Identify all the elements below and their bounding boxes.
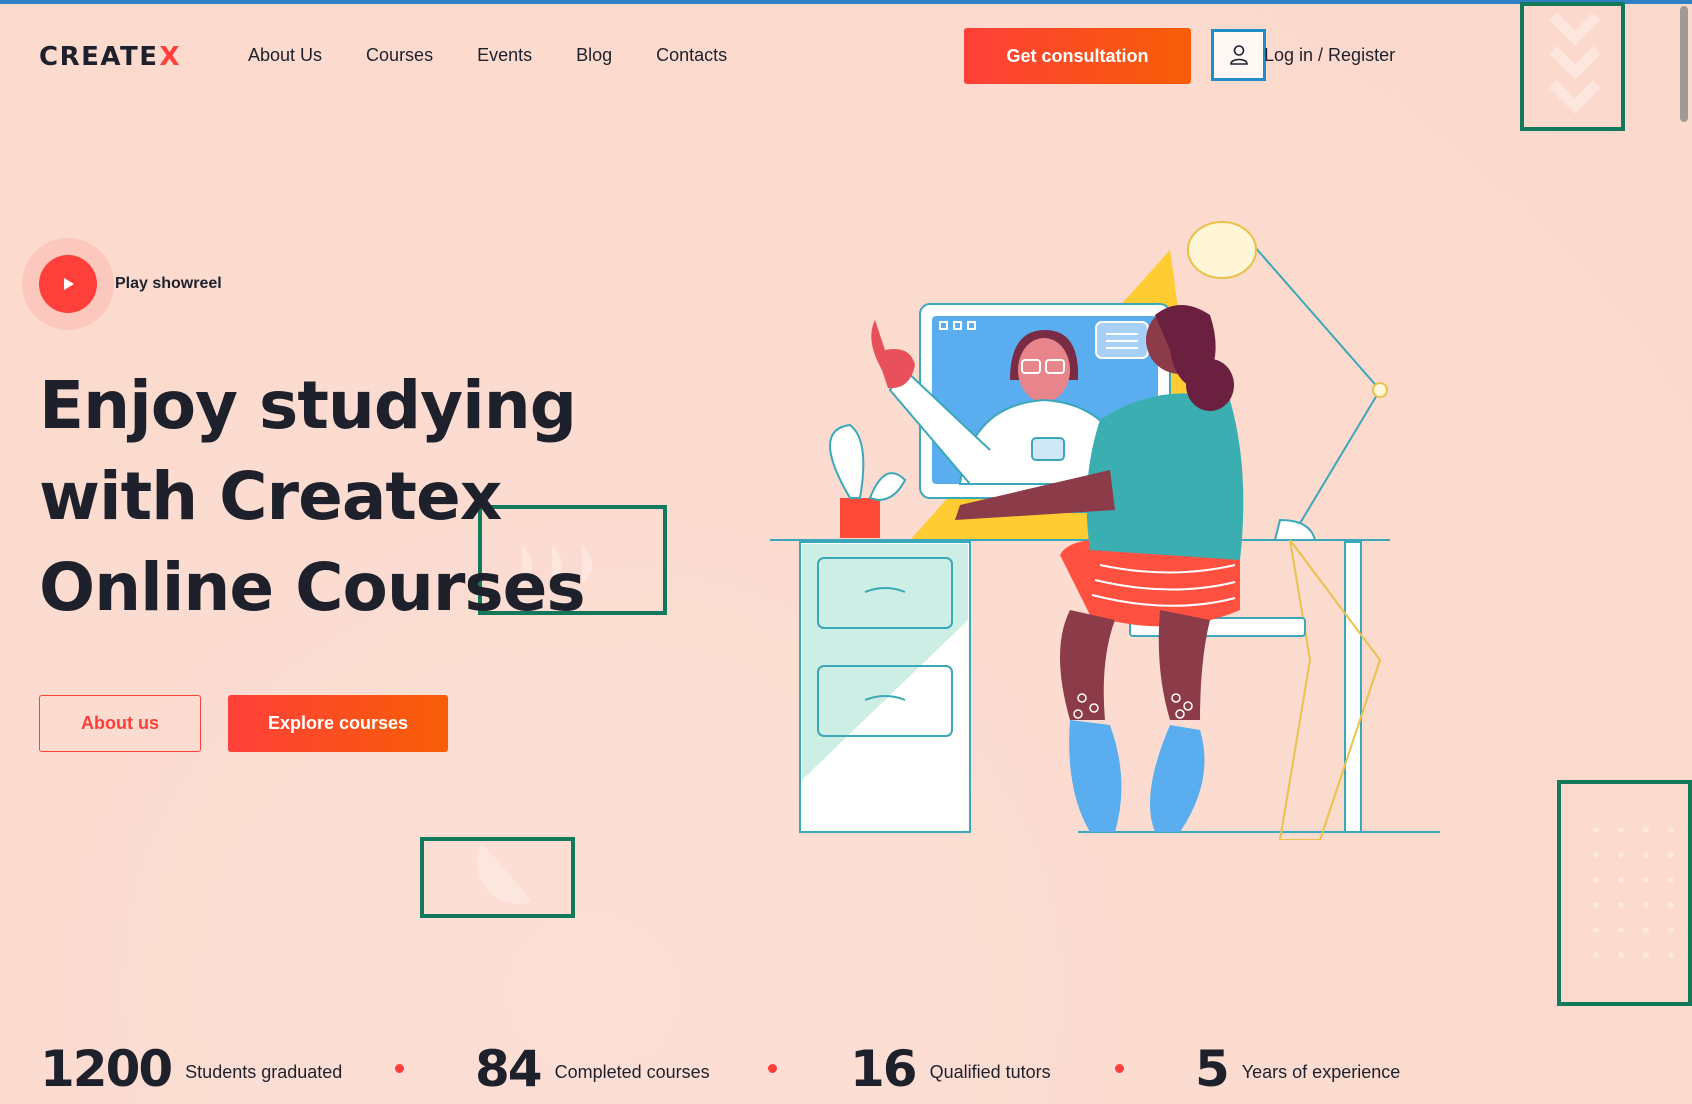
hero-title: Enjoy studying with Createx Online Cours… bbox=[39, 360, 639, 633]
stat-tutors: 16 Qualified tutors bbox=[850, 1040, 1051, 1098]
video-camera-icon bbox=[1031, 437, 1065, 461]
login-register-link[interactable]: Log in / Register bbox=[1264, 45, 1395, 66]
plant-leaf-2-icon bbox=[868, 472, 907, 502]
plant-pot bbox=[840, 498, 880, 538]
stats-bar: 1200 Students graduated 84 Completed cou… bbox=[40, 1040, 1440, 1100]
get-consultation-button[interactable]: Get consultation bbox=[964, 28, 1191, 84]
half-circle-decoration-icon bbox=[476, 842, 532, 904]
user-icon bbox=[1229, 45, 1248, 65]
hero-title-line-1: Enjoy studying bbox=[39, 367, 577, 444]
nav-events[interactable]: Events bbox=[477, 45, 532, 66]
tutor-face bbox=[1018, 338, 1070, 402]
stat-courses: 84 Completed courses bbox=[475, 1040, 710, 1098]
play-showreel-button[interactable] bbox=[22, 238, 114, 330]
desk-leg bbox=[1344, 541, 1362, 833]
lamp-head-icon bbox=[1187, 221, 1257, 279]
dots-grid-decoration-icon bbox=[1593, 827, 1674, 958]
stat-label: Years of experience bbox=[1241, 1062, 1401, 1082]
lamp-arm bbox=[1239, 229, 1382, 541]
about-us-button[interactable]: About us bbox=[39, 695, 201, 752]
login-icon-button[interactable] bbox=[1211, 29, 1266, 81]
stat-students: 1200 Students graduated bbox=[40, 1040, 342, 1098]
stat-separator-dot-icon bbox=[768, 1064, 777, 1073]
nav-about-us[interactable]: About Us bbox=[248, 45, 322, 66]
shoe-2-icon bbox=[1150, 725, 1205, 832]
hero-title-line-3: Online Courses bbox=[39, 549, 586, 626]
hair-bun bbox=[1186, 359, 1234, 411]
logo[interactable]: CREATE X bbox=[39, 42, 181, 72]
stat-number: 84 bbox=[475, 1040, 543, 1098]
play-icon bbox=[64, 278, 74, 290]
chevrons-decoration-icon bbox=[1549, 12, 1601, 114]
student-leg-1 bbox=[1060, 610, 1115, 720]
stat-separator-dot-icon bbox=[395, 1064, 404, 1073]
hero-illustration bbox=[770, 221, 1440, 840]
nav-contacts[interactable]: Contacts bbox=[656, 45, 727, 66]
main-nav: About Us Courses Events Blog Contacts bbox=[248, 45, 771, 66]
stat-separator-dot-icon bbox=[1115, 1064, 1124, 1073]
top-accent-line bbox=[0, 0, 1692, 4]
plant-leaf-icon bbox=[829, 423, 865, 499]
stat-number: 16 bbox=[850, 1040, 918, 1098]
scrollbar-thumb[interactable] bbox=[1680, 6, 1688, 122]
logo-x: X bbox=[159, 42, 182, 72]
stat-label: Qualified tutors bbox=[929, 1062, 1051, 1082]
scrollbar[interactable] bbox=[1676, 0, 1692, 1104]
pointing-hand-icon bbox=[871, 320, 915, 389]
lamp-joint-icon bbox=[1372, 382, 1388, 398]
hero-title-line-2: with Createx bbox=[39, 458, 502, 535]
play-showreel-label[interactable]: Play showreel bbox=[115, 275, 222, 293]
lamp-base bbox=[1273, 518, 1317, 541]
nav-courses[interactable]: Courses bbox=[366, 45, 433, 66]
stat-label: Completed courses bbox=[554, 1062, 710, 1082]
stat-number: 1200 bbox=[40, 1040, 173, 1098]
explore-courses-button[interactable]: Explore courses bbox=[228, 695, 448, 752]
chair-frame bbox=[1278, 539, 1382, 840]
logo-text: CREATE bbox=[39, 42, 159, 72]
nav-blog[interactable]: Blog bbox=[576, 45, 612, 66]
stat-experience: 5 Years of experience bbox=[1195, 1040, 1400, 1098]
play-button-circle[interactable] bbox=[39, 255, 97, 313]
shoe-1-icon bbox=[1069, 720, 1122, 832]
stat-label: Students graduated bbox=[185, 1062, 343, 1082]
stat-number: 5 bbox=[1195, 1040, 1230, 1098]
